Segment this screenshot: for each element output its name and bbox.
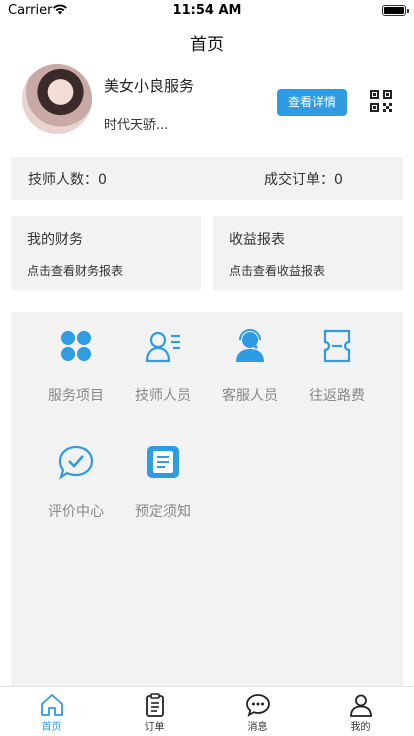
tab-bar: 首页 订单 消息 我的 [0,686,414,736]
shop-subtitle: 时代天骄... [104,118,169,133]
earnings-card[interactable]: 收益报表 点击查看收益报表 [213,216,403,290]
earnings-card-subtitle: 点击查看收益报表 [229,264,326,278]
grid-item-booking-notice[interactable]: 预定须知 [119,428,207,528]
technician-count-stat: 技师人数：0 [28,169,107,189]
tab-profile[interactable]: 我的 [309,687,412,736]
finance-card-subtitle: 点击查看财务报表 [27,264,124,278]
grid-label-booking-notice: 预定须知 [135,504,191,520]
page-title: 首页 [190,35,224,55]
ticket-icon [323,329,351,363]
finance-card[interactable]: 我的财务 点击查看财务报表 [11,216,201,290]
tab-messages[interactable]: 消息 [206,687,309,736]
shop-name: 美女小良服务 [104,77,195,95]
grid-label-services: 服务项目 [48,388,104,404]
qr-code-icon[interactable] [370,90,392,112]
document-icon [147,446,179,478]
technician-count-value: 0 [98,172,107,188]
finance-card-title: 我的财务 [27,232,83,248]
battery-level [384,7,404,14]
message-icon [246,694,270,717]
orders-label: 成交订单： [264,172,334,188]
stats-bar: 技师人数：0 成交订单：0 [11,157,403,200]
view-details-button[interactable]: 查看详情 [277,89,347,116]
user-icon [350,694,372,717]
tab-label-profile: 我的 [350,722,371,733]
headset-agent-icon [236,329,264,362]
grid-label-reviews: 评价中心 [48,504,104,520]
grid-label-technicians: 技师人员 [135,388,191,404]
grid-label-customer-service: 客服人员 [222,388,278,404]
grid-label-travel-fee: 往返路费 [309,388,365,404]
status-bar: Carrier 11:54 AM [0,0,414,22]
grid-item-services[interactable]: 服务项目 [32,312,120,412]
profile-header: 美女小良服务 时代天骄... 查看详情 [0,62,414,140]
grid-item-reviews[interactable]: 评价中心 [32,428,120,528]
earnings-card-title: 收益报表 [229,232,285,248]
tab-label-home: 首页 [41,722,62,733]
clover-icon [61,331,91,361]
battery-icon [382,5,409,16]
tab-home[interactable]: 首页 [0,687,103,736]
clock: 11:54 AM [172,3,242,18]
grid-item-technicians[interactable]: 技师人员 [119,312,207,412]
home-icon [41,694,63,716]
orders-stat: 成交订单：0 [264,169,343,189]
grid-item-customer-service[interactable]: 客服人员 [206,312,294,412]
tab-orders[interactable]: 订单 [103,687,206,736]
chat-check-icon [58,445,94,480]
clipboard-icon [146,693,164,717]
orders-value: 0 [334,172,343,188]
technician-count-label: 技师人数： [28,172,98,188]
avatar[interactable] [22,64,92,134]
feature-grid: 服务项目 技师人员 客服人员 往返路费 评价中心 预定须知 [11,312,403,688]
person-list-icon [145,331,180,363]
grid-item-travel-fee[interactable]: 往返路费 [293,312,381,412]
tab-label-orders: 订单 [144,722,165,733]
tab-label-messages: 消息 [247,722,268,733]
